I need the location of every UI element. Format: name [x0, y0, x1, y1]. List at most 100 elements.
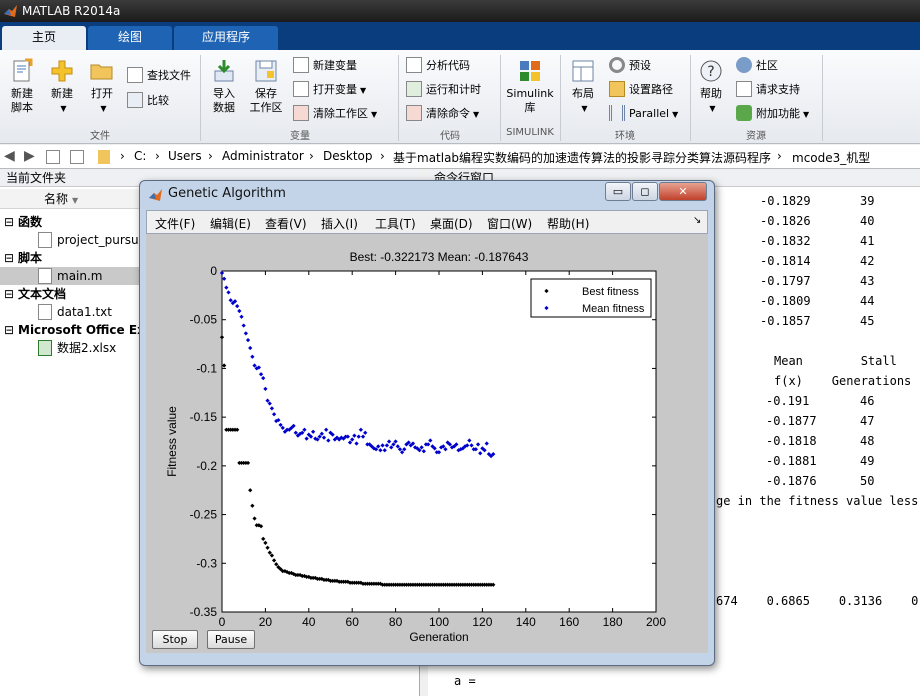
address-bar[interactable]: ◀ ▶ › C: › Users › Administrator › Deskt…	[0, 145, 920, 169]
stop-button[interactable]: Stop	[152, 630, 198, 649]
sort-arrow-icon: ▼	[72, 196, 79, 205]
analyze-code-button[interactable]: 分析代码	[406, 56, 470, 76]
minimize-button[interactable]: ▭	[605, 182, 631, 201]
community-button[interactable]: 社区	[736, 56, 778, 76]
layout-button[interactable]: 布局 ▼	[566, 58, 600, 116]
tab-home[interactable]: 主页	[2, 26, 86, 50]
compare-button[interactable]: 比较	[127, 91, 169, 111]
run-and-time-button[interactable]: 运行和计时	[406, 80, 481, 100]
menu-window[interactable]: 窗口(W)	[487, 215, 532, 232]
stall-value: 45	[860, 314, 875, 328]
group-separator	[690, 55, 691, 141]
group-separator	[398, 55, 399, 141]
community-label: 社区	[756, 59, 778, 72]
x-tick-label: 40	[302, 615, 316, 629]
save-workspace-button[interactable]: 保存 工作区	[246, 58, 286, 115]
menu-view[interactable]: 查看(V)	[265, 215, 307, 232]
menu-help[interactable]: 帮助(H)	[547, 215, 589, 232]
open-variable-icon	[293, 81, 309, 97]
y-tick-label: -0.3	[196, 556, 217, 570]
layout-label: 布局	[572, 87, 594, 100]
tab-apps[interactable]: 应用程序	[174, 26, 278, 50]
set-path-button[interactable]: 设置路径	[609, 80, 673, 100]
path-segment[interactable]: C:	[134, 149, 146, 163]
clear-commands-button[interactable]: 清除命令 ▼	[406, 104, 479, 124]
dock-arrow-icon[interactable]: ↘	[693, 215, 701, 226]
find-files-button[interactable]: 查找文件	[127, 66, 191, 86]
path-segment[interactable]: Desktop	[323, 149, 373, 163]
mean-value: -0.1877	[766, 414, 817, 428]
support-icon	[736, 81, 752, 97]
open-button[interactable]: 打开 ▼	[84, 58, 120, 116]
path-segment[interactable]: mcode3_机型	[792, 149, 870, 166]
clear-workspace-button[interactable]: 清除工作区 ▼	[293, 104, 377, 124]
new-script-label: 新建 脚本	[11, 87, 33, 114]
group-label-environment: 环境	[615, 131, 635, 142]
mean-value: -0.1814	[760, 254, 811, 268]
run-and-time-label: 运行和计时	[426, 83, 481, 96]
menu-desktop[interactable]: 桌面(D)	[430, 215, 473, 232]
group-label-simulink: SIMULINK	[506, 127, 554, 138]
path-separator: ›	[380, 149, 385, 163]
section-label: Microsoft Office Exc	[18, 323, 152, 337]
table-header: f(x) Generations	[774, 374, 912, 388]
chevron-down-icon: ▼	[709, 104, 716, 113]
mean-value: -0.1857	[760, 314, 811, 328]
chevron-down-icon: ▼	[581, 104, 588, 113]
x-tick-label: 80	[389, 615, 403, 629]
folder-icon	[609, 81, 625, 97]
file-name: data1.txt	[57, 305, 112, 319]
up-folder-icon[interactable]	[46, 150, 60, 164]
current-folder-title: 当前文件夹	[6, 171, 67, 185]
result-row: 674 0.6865 0.3136 0.1	[716, 594, 920, 608]
collapse-icon[interactable]: ⊟	[4, 321, 14, 339]
new-button[interactable]: 新建 ▼	[44, 58, 80, 116]
request-support-button[interactable]: 请求支持	[736, 80, 800, 100]
tab-plots[interactable]: 绘图	[88, 26, 172, 50]
excel-file-icon	[38, 340, 52, 356]
path-segment[interactable]: 基于matlab编程实数编码的加速遗传算法的投影寻踪分类算法源码程序	[393, 149, 771, 166]
close-button[interactable]: ✕	[659, 182, 707, 201]
simulink-library-button[interactable]: Simulink 库	[504, 58, 556, 115]
plot-area	[221, 270, 657, 613]
import-data-button[interactable]: 导入 数据	[206, 58, 242, 115]
parallel-button[interactable]: Parallel ▼	[609, 104, 678, 124]
help-button[interactable]: ? 帮助 ▼	[694, 58, 728, 116]
menu-insert[interactable]: 插入(I)	[321, 215, 358, 232]
menu-edit[interactable]: 编辑(E)	[210, 215, 251, 232]
open-variable-button[interactable]: 打开变量 ▼	[293, 80, 366, 100]
addons-button[interactable]: 附加功能 ▼	[736, 104, 809, 124]
mean-value: -0.1832	[760, 234, 811, 248]
mean-value: -0.1797	[760, 274, 811, 288]
browse-folder-icon[interactable]	[70, 150, 84, 164]
menu-file[interactable]: 文件(F)	[155, 215, 195, 232]
group-separator	[560, 55, 561, 141]
back-arrow-icon[interactable]: ◀	[4, 148, 20, 164]
stall-value: 43	[860, 274, 875, 288]
analyze-code-label: 分析代码	[426, 59, 470, 72]
new-variable-icon	[293, 57, 309, 73]
forward-arrow-icon[interactable]: ▶	[24, 148, 40, 164]
menu-tools[interactable]: 工具(T)	[375, 215, 416, 232]
collapse-icon[interactable]: ⊟	[4, 285, 14, 303]
path-segment[interactable]: Administrator	[222, 149, 304, 163]
y-tick-label: -0.2	[196, 459, 217, 473]
collapse-icon[interactable]: ⊟	[4, 213, 14, 231]
preferences-label: 预设	[629, 59, 651, 72]
preferences-button[interactable]: 预设	[609, 56, 651, 76]
y-tick-label: -0.35	[190, 605, 218, 619]
clear-commands-icon	[406, 105, 422, 121]
legend-label: Mean fitness	[582, 303, 645, 315]
y-tick-label: -0.15	[190, 410, 218, 424]
new-script-button[interactable]: 新建 脚本	[4, 58, 40, 115]
group-label-file: 文件	[90, 131, 110, 142]
genetic-algorithm-window[interactable]: Genetic Algorithm ▭ ◻ ✕ 文件(F) 编辑(E) 查看(V…	[139, 180, 715, 666]
new-script-icon	[13, 58, 33, 82]
new-variable-button[interactable]: 新建变量	[293, 56, 357, 76]
maximize-button[interactable]: ◻	[632, 182, 658, 201]
collapse-icon[interactable]: ⊟	[4, 249, 14, 267]
stall-value: 46	[860, 394, 875, 408]
path-separator: ›	[208, 149, 213, 163]
pause-button[interactable]: Pause	[207, 630, 255, 649]
path-segment[interactable]: Users	[168, 149, 202, 163]
